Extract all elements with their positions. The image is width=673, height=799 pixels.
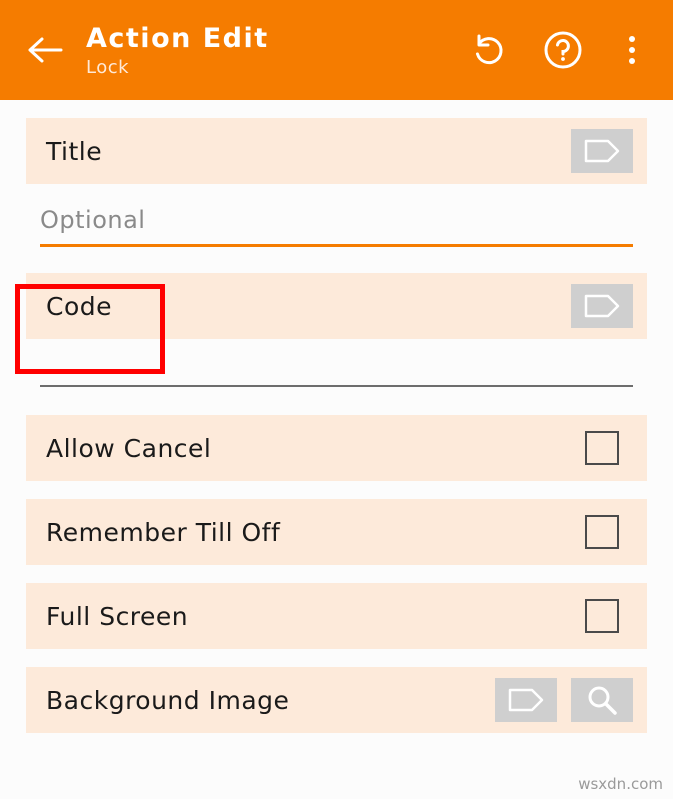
code-row-label: Code — [46, 291, 113, 321]
allow-cancel-label: Allow Cancel — [46, 433, 212, 463]
help-circle-icon — [544, 31, 582, 69]
app-bar-titles: Action Edit Lock — [86, 24, 469, 77]
background-image-label: Background Image — [46, 685, 290, 715]
arrow-left-icon — [28, 37, 63, 63]
more-vertical-icon-dot-1 — [629, 36, 635, 42]
full-screen-row[interactable]: Full Screen — [26, 583, 647, 649]
page-subtitle: Lock — [86, 56, 130, 78]
background-image-row[interactable]: Background Image — [26, 667, 647, 733]
remember-till-off-label: Remember Till Off — [46, 517, 281, 547]
back-button[interactable] — [22, 27, 68, 73]
help-button[interactable] — [543, 30, 583, 70]
more-vertical-icon-dot-3 — [629, 58, 635, 64]
full-screen-checkbox[interactable] — [585, 599, 619, 633]
tag-icon — [584, 139, 620, 163]
code-tag-button[interactable] — [571, 284, 633, 328]
tag-icon — [508, 688, 544, 712]
undo-button[interactable] — [469, 30, 509, 70]
title-row-label: Title — [46, 136, 103, 166]
tag-icon — [584, 294, 620, 318]
form-content: Title Optional Code Allow Cancel Remembe… — [0, 100, 673, 733]
title-input[interactable]: Optional — [40, 206, 633, 244]
title-row[interactable]: Title — [26, 118, 647, 184]
watermark: wsxdn.com — [578, 775, 663, 793]
allow-cancel-checkbox[interactable] — [585, 431, 619, 465]
remember-till-off-row[interactable]: Remember Till Off — [26, 499, 647, 565]
more-vertical-icon-dot-2 — [629, 47, 635, 53]
remember-till-off-checkbox[interactable] — [585, 515, 619, 549]
search-icon — [588, 686, 617, 715]
background-image-search-button[interactable] — [571, 678, 633, 722]
title-tag-button[interactable] — [571, 129, 633, 173]
background-image-tag-button[interactable] — [495, 678, 557, 722]
app-bar-actions — [469, 30, 647, 70]
code-divider-wrap — [40, 339, 633, 387]
page-title: Action Edit — [86, 23, 269, 55]
full-screen-label: Full Screen — [46, 601, 189, 631]
allow-cancel-row[interactable]: Allow Cancel — [26, 415, 647, 481]
code-row[interactable]: Code — [26, 273, 647, 339]
app-screen: Action Edit Lock Title Optional Code All… — [0, 0, 673, 799]
undo-icon — [476, 34, 503, 65]
title-input-wrap: Optional — [40, 184, 633, 247]
app-bar: Action Edit Lock — [0, 0, 673, 100]
overflow-menu-button[interactable] — [617, 30, 647, 70]
